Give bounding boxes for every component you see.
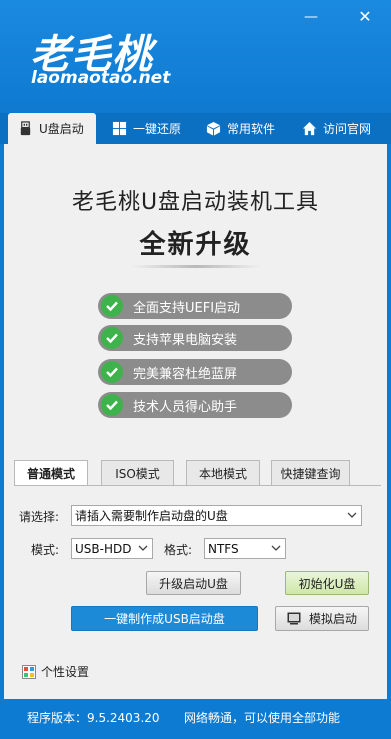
- nav-label: 访问官网: [323, 122, 372, 136]
- chevron-down-icon: [138, 545, 148, 551]
- usb-icon: [20, 121, 31, 136]
- feature-label: 技术人员得心助手: [133, 399, 238, 415]
- format-select-value: NTFS: [208, 541, 239, 556]
- subtitle-divider: [131, 265, 261, 268]
- tab-divider: [14, 485, 381, 486]
- nav-label: 一键还原: [133, 122, 182, 136]
- feature-label: 完美兼容杜绝蓝屏: [133, 366, 238, 382]
- device-select[interactable]: 请插入需要制作启动盘的U盘: [71, 505, 362, 526]
- check-icon: [101, 394, 123, 416]
- check-icon: [101, 327, 123, 349]
- monitor-icon: [287, 612, 301, 625]
- tab-iso-mode[interactable]: ISO模式: [101, 460, 174, 485]
- nav-visit-website[interactable]: 访问官网: [302, 113, 371, 144]
- feature-label: 支持苹果电脑安装: [133, 332, 238, 348]
- minimize-button[interactable]: —: [302, 8, 320, 26]
- main-nav: U盘启动 一键还原 常用软件 访问官网: [0, 113, 391, 144]
- upgrade-usb-button[interactable]: 升级启动U盘: [146, 571, 241, 595]
- feature-label: 全面支持UEFI启动: [133, 300, 241, 316]
- format-select[interactable]: NTFS: [204, 538, 286, 559]
- feature-item: 完美兼容杜绝蓝屏: [98, 359, 292, 385]
- palette-icon: [22, 664, 36, 679]
- tab-local-mode[interactable]: 本地模式: [186, 460, 260, 485]
- mode-label: 模式:: [31, 543, 60, 557]
- nav-common-software[interactable]: 常用软件: [206, 113, 275, 144]
- tab-normal-mode[interactable]: 普通模式: [14, 460, 88, 486]
- init-usb-button[interactable]: 初始化U盘: [285, 571, 369, 595]
- home-icon: [302, 121, 317, 136]
- chevron-down-icon: [271, 545, 281, 551]
- network-status: 网络畅通，可以使用全部功能: [184, 711, 341, 725]
- nav-usb-boot[interactable]: U盘启动: [8, 113, 96, 144]
- box-icon: [206, 121, 221, 136]
- tab-shortcut-query[interactable]: 快捷键查询: [271, 460, 350, 485]
- chevron-down-icon: [347, 512, 357, 518]
- version-text: 程序版本：9.5.2403.20: [27, 711, 160, 725]
- mode-select[interactable]: USB-HDD: [71, 538, 153, 559]
- feature-item: 全面支持UEFI启动: [98, 293, 292, 319]
- format-label: 格式:: [164, 543, 193, 557]
- main-panel: 老毛桃U盘启动装机工具 全新升级 全面支持UEFI启动 支持苹果电脑安装 完美兼…: [4, 144, 387, 699]
- feature-item: 支持苹果电脑安装: [98, 325, 292, 351]
- logo-url: laomaotao.net: [31, 68, 171, 88]
- feature-item: 技术人员得心助手: [98, 392, 292, 418]
- close-button[interactable]: ✕: [356, 8, 374, 26]
- nav-one-key-restore[interactable]: 一键还原: [112, 113, 181, 144]
- device-label: 请选择:: [19, 510, 60, 524]
- nav-label: 常用软件: [227, 122, 276, 136]
- simulate-boot-button[interactable]: 模拟启动: [275, 606, 369, 631]
- status-bar: 程序版本：9.5.2403.20 网络畅通，可以使用全部功能: [0, 699, 391, 739]
- simulate-boot-label: 模拟启动: [308, 612, 357, 626]
- hero-title: 老毛桃U盘启动装机工具: [71, 190, 320, 215]
- windows-icon: [112, 121, 127, 136]
- hero-subtitle: 全新升级: [139, 230, 252, 260]
- device-select-value: 请插入需要制作启动盘的U盘: [75, 509, 228, 523]
- check-icon: [101, 361, 123, 383]
- title-bar: 老毛桃 laomaotao.net — ✕: [0, 0, 391, 113]
- personal-settings-link[interactable]: 个性设置: [22, 663, 89, 680]
- make-boot-usb-button[interactable]: 一键制作成USB启动盘: [71, 606, 258, 631]
- nav-label: U盘启动: [39, 122, 84, 136]
- personal-settings-label: 个性设置: [41, 665, 90, 679]
- mode-select-value: USB-HDD: [75, 541, 132, 556]
- check-icon: [101, 295, 123, 317]
